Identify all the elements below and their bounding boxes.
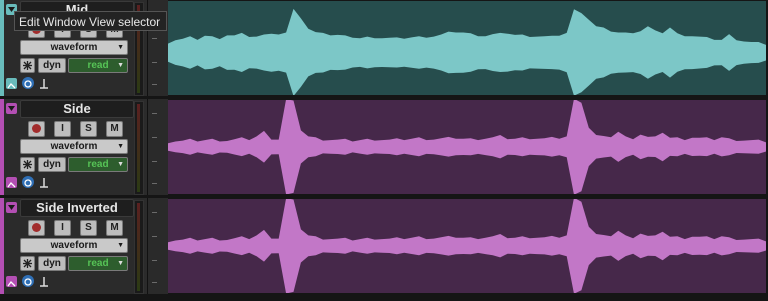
track-ruler bbox=[147, 99, 168, 195]
level-meter bbox=[134, 101, 144, 195]
track-playlist-lane[interactable] bbox=[168, 100, 766, 194]
chevron-down-icon: ▼ bbox=[117, 242, 124, 249]
ruler-tick bbox=[152, 84, 157, 85]
record-enable-button[interactable] bbox=[28, 220, 45, 236]
chevron-down-icon: ▼ bbox=[117, 62, 124, 69]
edit-window-view-tooltip: Edit Window View selector bbox=[14, 11, 167, 31]
track-3: Side Inverted I S M waveform ▼ dyn read ▼ bbox=[0, 198, 768, 294]
ruler-tick bbox=[152, 62, 157, 63]
solo-button[interactable]: S bbox=[80, 220, 97, 236]
waveform-shape bbox=[168, 100, 766, 194]
mute-button[interactable]: M bbox=[106, 121, 123, 137]
ruler-tick bbox=[152, 38, 157, 39]
dynamic-transport-button[interactable]: dyn bbox=[38, 58, 66, 73]
input-monitor-button[interactable]: I bbox=[54, 220, 71, 236]
ruler-tick bbox=[152, 183, 157, 184]
track-color-bar[interactable] bbox=[0, 198, 4, 294]
record-enable-button[interactable] bbox=[28, 121, 45, 137]
automation-mode-label: read bbox=[87, 258, 109, 269]
waveform bbox=[168, 100, 766, 194]
track-options-menu-icon[interactable] bbox=[6, 202, 17, 213]
track-icon[interactable] bbox=[6, 177, 17, 188]
dynamic-transport-button[interactable]: dyn bbox=[38, 256, 66, 271]
ruler-tick bbox=[152, 260, 157, 261]
comments-icon[interactable] bbox=[22, 275, 34, 287]
solo-button[interactable]: S bbox=[80, 121, 97, 137]
elastic-audio-icon[interactable] bbox=[20, 256, 35, 271]
track-playlist-lane[interactable] bbox=[168, 199, 766, 293]
track-icon[interactable] bbox=[6, 276, 17, 287]
track-view-selector[interactable]: waveform ▼ bbox=[20, 139, 128, 154]
waveform-shape bbox=[168, 8, 766, 95]
automation-mode-label: read bbox=[87, 159, 109, 170]
waveform bbox=[168, 8, 766, 95]
track-view-label: waveform bbox=[50, 240, 98, 251]
mute-button[interactable]: M bbox=[106, 220, 123, 236]
comments-icon[interactable] bbox=[22, 77, 34, 89]
track-ruler bbox=[147, 198, 168, 294]
waveform-shape bbox=[168, 199, 766, 293]
ruler-tick bbox=[152, 212, 157, 213]
automation-mode-selector[interactable]: read ▼ bbox=[68, 157, 128, 172]
chevron-down-icon: ▼ bbox=[117, 161, 124, 168]
track-name-button[interactable]: Side bbox=[20, 100, 134, 118]
track-playlist-lane[interactable] bbox=[168, 1, 766, 95]
chevron-down-icon: ▼ bbox=[117, 260, 124, 267]
chevron-down-icon: ▼ bbox=[117, 44, 124, 51]
automation-mode-label: read bbox=[87, 60, 109, 71]
pan-icon[interactable] bbox=[38, 77, 50, 89]
ruler-tick bbox=[152, 236, 157, 237]
track-color-bar[interactable] bbox=[0, 0, 4, 96]
waveform bbox=[168, 199, 766, 293]
track-header: Side I S M waveform ▼ dyn read ▼ bbox=[0, 99, 154, 195]
ruler-tick bbox=[152, 113, 157, 114]
track-header: Side Inverted I S M waveform ▼ dyn read ▼ bbox=[0, 198, 154, 294]
track-view-label: waveform bbox=[50, 141, 98, 152]
track-view-label: waveform bbox=[50, 42, 98, 53]
ruler-tick bbox=[152, 282, 157, 283]
automation-mode-selector[interactable]: read ▼ bbox=[68, 256, 128, 271]
track-color-bar[interactable] bbox=[0, 99, 4, 195]
track-name-button[interactable]: Side Inverted bbox=[20, 199, 134, 217]
pan-icon[interactable] bbox=[38, 176, 50, 188]
automation-mode-selector[interactable]: read ▼ bbox=[68, 58, 128, 73]
track-2: Side I S M waveform ▼ dyn read ▼ bbox=[0, 99, 768, 195]
input-monitor-button[interactable]: I bbox=[54, 121, 71, 137]
chevron-down-icon: ▼ bbox=[117, 143, 124, 150]
track-view-selector[interactable]: waveform ▼ bbox=[20, 40, 128, 55]
dynamic-transport-button[interactable]: dyn bbox=[38, 157, 66, 172]
ruler-tick bbox=[152, 161, 157, 162]
track-view-selector[interactable]: waveform ▼ bbox=[20, 238, 128, 253]
ruler-tick bbox=[152, 137, 157, 138]
comments-icon[interactable] bbox=[22, 176, 34, 188]
track-icon[interactable] bbox=[6, 78, 17, 89]
track-options-menu-icon[interactable] bbox=[6, 103, 17, 114]
elastic-audio-icon[interactable] bbox=[20, 58, 35, 73]
elastic-audio-icon[interactable] bbox=[20, 157, 35, 172]
level-meter bbox=[134, 200, 144, 294]
pan-icon[interactable] bbox=[38, 275, 50, 287]
